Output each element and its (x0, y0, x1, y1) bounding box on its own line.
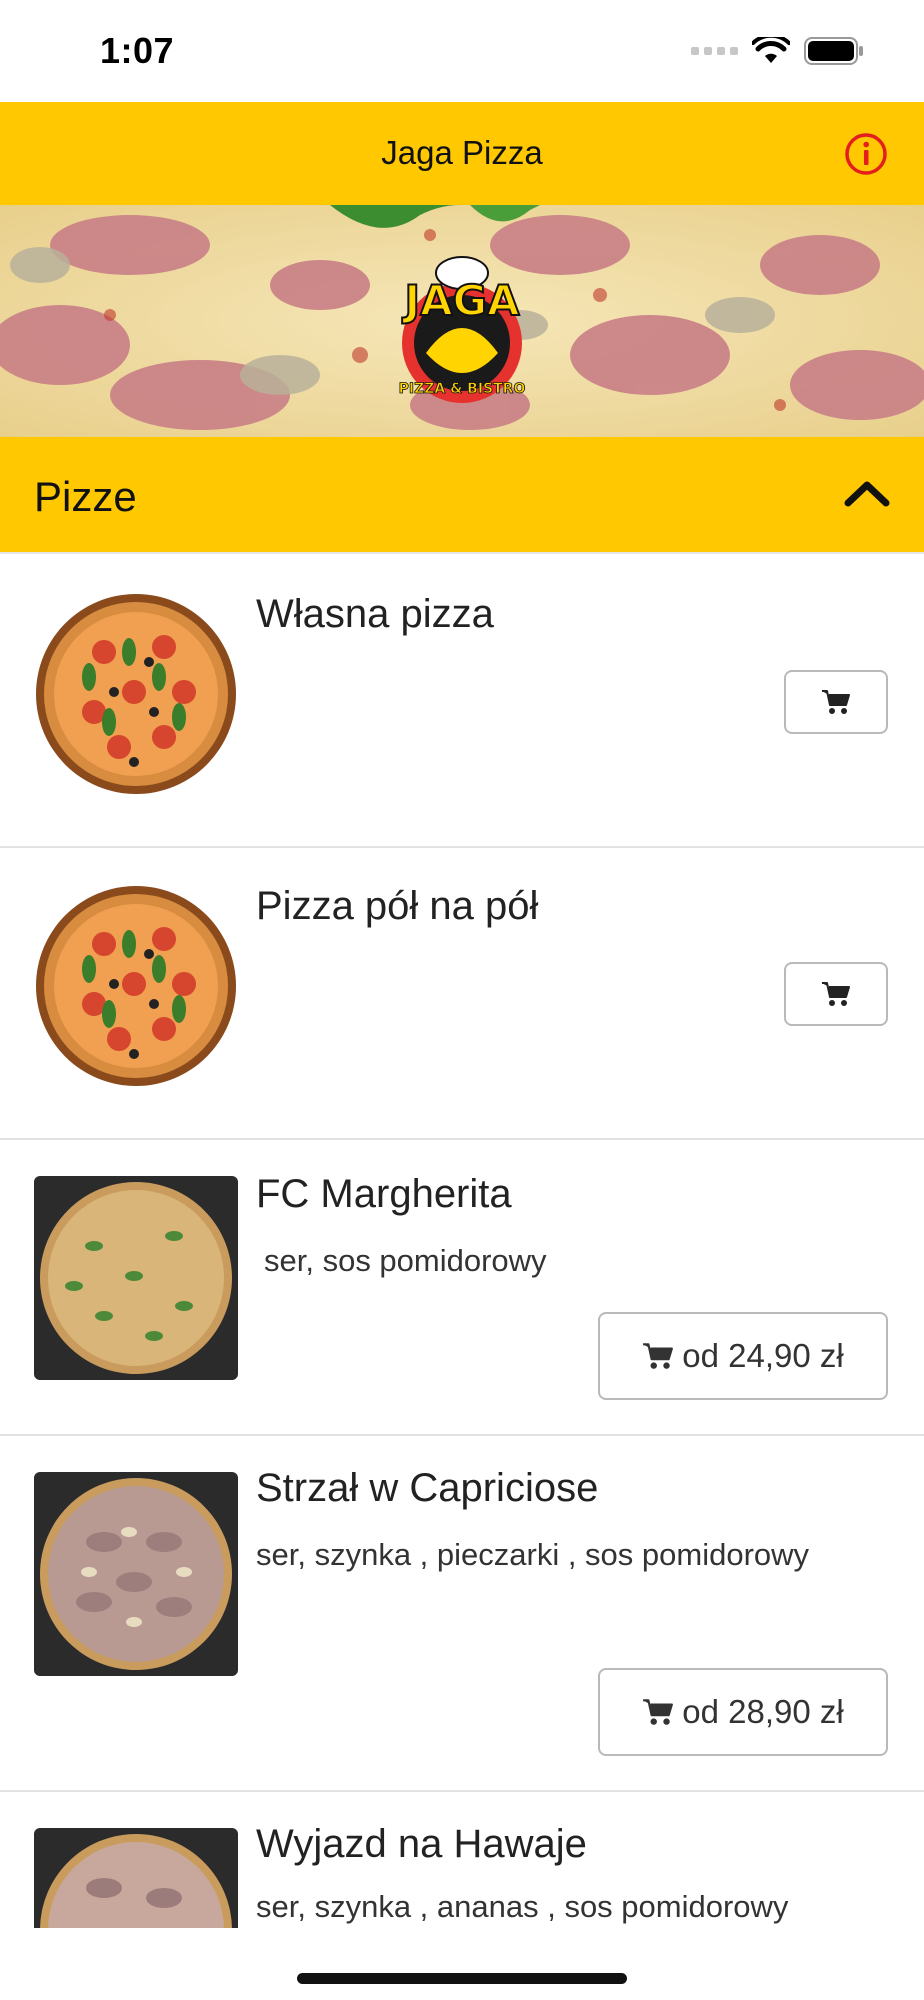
status-bar: 1:07 (0, 0, 924, 102)
status-time: 1:07 (100, 30, 175, 71)
bottom-safe-area (0, 1928, 924, 2000)
restaurant-banner: JAGA PIZZA & BISTRO (0, 205, 924, 437)
pizza-thumbnail (36, 886, 236, 1086)
pizza-thumbnail (34, 1472, 238, 1676)
logo-subtext: PIZZA & BISTRO (399, 381, 526, 397)
item-description: ser, szynka , ananas , sos pomidorowy (256, 1889, 789, 1924)
logo-text: JAGA (401, 276, 520, 325)
cellular-signal-icon (691, 47, 738, 55)
home-indicator[interactable] (297, 1973, 627, 1984)
chevron-up-icon[interactable] (842, 473, 892, 513)
menu-item[interactable]: Własna pizza (0, 556, 924, 848)
item-price: od 28,90 zł (682, 1693, 844, 1730)
add-to-cart-button[interactable]: od 28,90 zł (598, 1668, 888, 1756)
category-title: Pizze (34, 473, 137, 520)
jaga-logo: JAGA PIZZA & BISTRO (398, 256, 526, 403)
pizza-thumbnail (34, 1176, 238, 1380)
add-to-cart-button[interactable] (784, 962, 888, 1026)
item-name: Własna pizza (256, 592, 494, 636)
menu-item[interactable]: Wyjazd na Hawaje ser, szynka , ananas , … (0, 1792, 924, 1928)
item-name: Pizza pół na pół (256, 884, 539, 928)
menu-item[interactable]: Strzał w Capriciose ser, szynka , piecza… (0, 1436, 924, 1792)
menu-item[interactable]: Pizza pół na pół (0, 848, 924, 1140)
info-icon[interactable] (844, 132, 888, 176)
pizza-thumbnail (34, 1828, 238, 1928)
item-name: Strzał w Capriciose (256, 1466, 599, 1510)
pizza-thumbnail (36, 594, 236, 794)
item-description: ser, szynka , pieczarki , sos pomidorowy (256, 1537, 810, 1572)
status-icons (691, 36, 864, 66)
app-header: Jaga Pizza (0, 102, 924, 205)
item-name: Wyjazd na Hawaje (256, 1822, 587, 1866)
add-to-cart-button[interactable] (784, 670, 888, 734)
item-description: ser, sos pomidorowy (264, 1243, 547, 1278)
wifi-icon (752, 37, 790, 63)
item-name: FC Margherita (256, 1172, 512, 1216)
cart-icon (822, 690, 850, 714)
category-header[interactable]: Pizze (0, 437, 924, 554)
cart-icon (822, 982, 850, 1006)
add-to-cart-button[interactable]: od 24,90 zł (598, 1312, 888, 1400)
battery-icon (804, 37, 863, 65)
item-price: od 24,90 zł (682, 1337, 844, 1374)
cart-icon (643, 1343, 674, 1369)
cart-icon (643, 1699, 674, 1725)
header-title: Jaga Pizza (381, 134, 543, 171)
menu-item[interactable]: FC Margherita ser, sos pomidorowy od 24,… (0, 1140, 924, 1436)
